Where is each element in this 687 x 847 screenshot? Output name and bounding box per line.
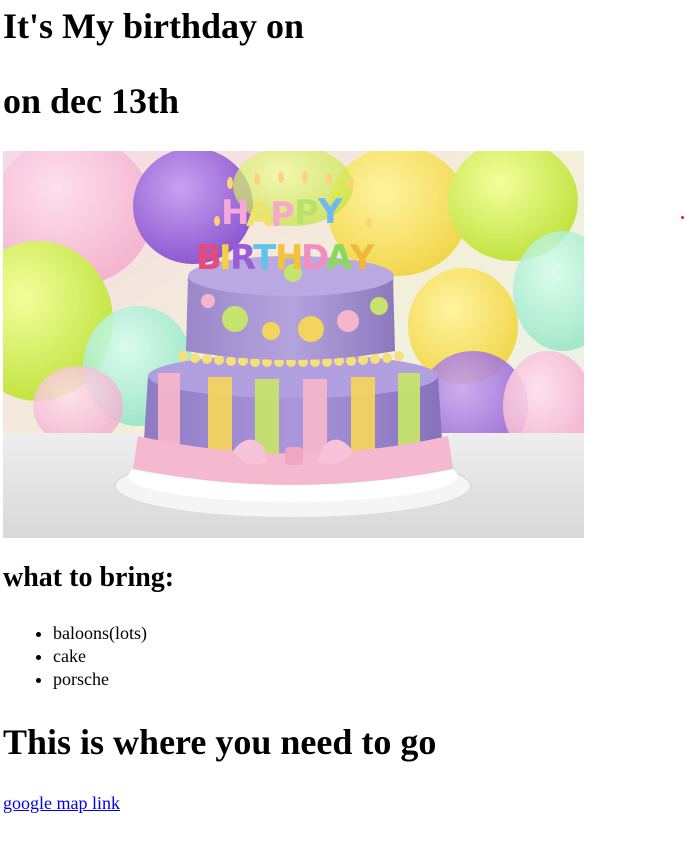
list-item: baloons(lots) (53, 622, 147, 645)
page-title-line-2: on dec 13th (3, 81, 180, 121)
svg-text:Y: Y (349, 238, 375, 278)
what-to-bring-heading: what to bring: (3, 562, 175, 593)
svg-text:P: P (270, 195, 295, 235)
svg-text:T: T (253, 238, 277, 278)
svg-text:A: A (246, 195, 273, 235)
bring-list: baloons(lots) cake porsche (13, 622, 147, 691)
birthday-cake-image: H A P P Y B I R T H D A Y (3, 151, 584, 538)
svg-text:Y: Y (317, 192, 343, 232)
svg-text:D: D (301, 238, 329, 278)
google-map-link[interactable]: google map link (3, 792, 120, 814)
list-item: porsche (53, 668, 147, 691)
page-title-line-1: It's My birthday on (3, 6, 305, 46)
list-item: cake (53, 645, 147, 668)
svg-text:H: H (275, 238, 303, 278)
location-heading: This is where you need to go (3, 722, 437, 762)
red-dot-marker (681, 216, 684, 219)
svg-text:A: A (326, 238, 353, 278)
svg-text:P: P (294, 193, 319, 233)
